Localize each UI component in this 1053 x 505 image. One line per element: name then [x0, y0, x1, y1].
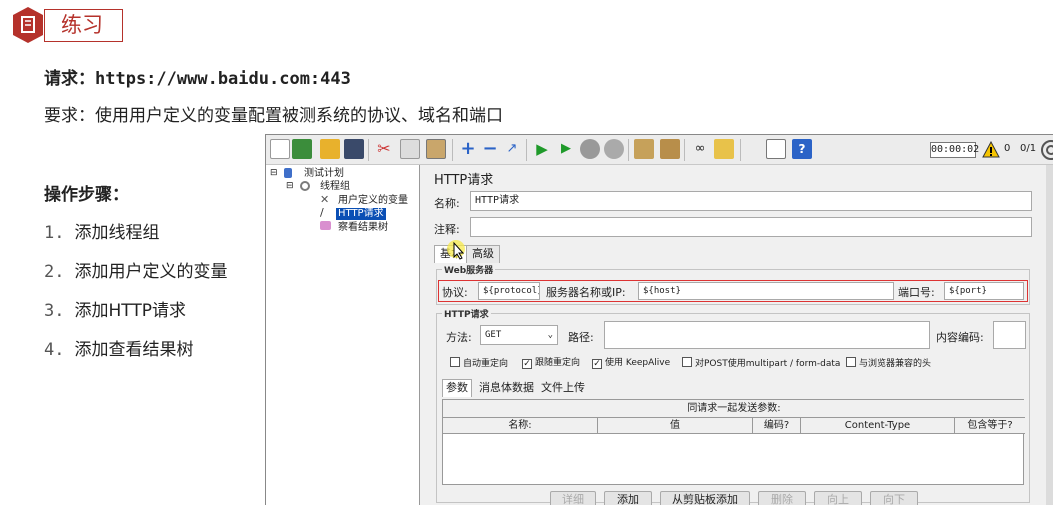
new-icon[interactable] [270, 139, 290, 159]
name-field[interactable]: HTTP请求 [470, 191, 1032, 211]
add-button[interactable]: 添加 [604, 491, 652, 505]
web-server-title: Web服务器 [442, 263, 496, 276]
warning-icon[interactable] [982, 141, 1000, 159]
col-value[interactable]: 值 [598, 418, 753, 433]
request-label: 请求： [44, 69, 95, 89]
tree-item-user-vars[interactable]: 用户定义的变量 [338, 195, 408, 207]
path-label: 路径: [568, 331, 594, 344]
col-content-type[interactable]: Content-Type [801, 418, 955, 433]
auto-redirect-checkbox[interactable]: 自动重定向 [450, 357, 508, 370]
http-group-title: HTTP请求 [442, 307, 491, 320]
encoding-label: 内容编码: [936, 331, 984, 344]
panel-title: HTTP请求 [434, 173, 494, 188]
search-icon[interactable]: ∞ [690, 139, 710, 159]
col-encode[interactable]: 编码? [753, 418, 801, 433]
test-plan-icon [284, 168, 292, 178]
port-field[interactable]: ${port} [944, 282, 1024, 300]
listener-icon [320, 221, 331, 230]
help-icon[interactable]: ? [792, 139, 812, 159]
parameters-table: 同请求一起发送参数: 名称: 值 编码? Content-Type 包含等于? [442, 399, 1025, 485]
multipart-checkbox[interactable]: 对POST使用multipart / form-data [682, 357, 840, 370]
path-field[interactable] [604, 321, 930, 349]
comment-field[interactable] [470, 217, 1032, 237]
table-caption: 同请求一起发送参数: [443, 400, 1025, 417]
collapse-icon[interactable]: − [480, 139, 500, 159]
browser-headers-checkbox[interactable]: 与浏览器兼容的头 [846, 357, 931, 370]
open-icon[interactable] [320, 139, 340, 159]
tree-item-result-tree[interactable]: 察看结果树 [338, 222, 388, 234]
gear-icon[interactable] [1040, 139, 1053, 161]
collapse-toggle-icon[interactable]: ⊟ [270, 168, 282, 180]
protocol-field[interactable]: ${protocol} [478, 282, 540, 300]
step-item: 4. 添加查看结果树 [44, 340, 194, 360]
requirement-text: 要求：使用用户定义的变量配置被测系统的协议、域名和端口 [44, 106, 503, 126]
add-from-clipboard-button[interactable]: 从剪贴板添加 [660, 491, 750, 505]
col-name[interactable]: 名称: [443, 418, 598, 433]
encoding-field[interactable] [993, 321, 1026, 349]
vertical-scrollbar[interactable] [1046, 165, 1053, 505]
tab-files-upload[interactable]: 文件上传 [538, 380, 588, 398]
step-item: 2. 添加用户定义的变量 [44, 262, 228, 282]
server-field[interactable]: ${host} [638, 282, 894, 300]
step-item: 3. 添加HTTP请求 [44, 301, 186, 321]
steps-title: 操作步骤： [44, 185, 129, 205]
table-header: 名称: 值 编码? Content-Type 包含等于? [443, 417, 1025, 434]
method-label: 方法: [446, 331, 472, 344]
toggle-icon[interactable]: ↗ [502, 139, 522, 159]
request-url: https://www.baidu.com:443 [95, 69, 351, 89]
move-up-button[interactable]: 向上 [814, 491, 862, 505]
thread-ratio: 0/1 [1020, 143, 1037, 154]
tree-item-thread-group[interactable]: 线程组 [320, 181, 350, 193]
save-icon[interactable] [344, 139, 364, 159]
protocol-label: 协议: [442, 286, 468, 299]
start-no-pause-icon[interactable]: ▶ [556, 139, 576, 159]
http-request-panel: HTTP请求 名称: HTTP请求 注释: 基本 高级 Web服务器 协议: $… [426, 165, 1053, 505]
templates-icon[interactable] [292, 139, 312, 159]
slide-title: 练习 [44, 9, 123, 42]
delete-button[interactable]: 删除 [758, 491, 806, 505]
copy-icon[interactable] [400, 139, 420, 159]
warning-count: 0 [1004, 143, 1011, 154]
toolbar: ✂ + − ↗ ▶ ▶ ∞ ? 00:00:02 0 0/1 [266, 135, 1053, 165]
method-select[interactable]: GET ⌄ [480, 325, 558, 345]
keepalive-checkbox[interactable]: ✓ 使用 KeepAlive [592, 357, 670, 369]
comment-label: 注释: [434, 223, 460, 236]
name-label: 名称: [434, 197, 460, 210]
function-helper-icon[interactable] [766, 139, 786, 159]
test-plan-tree: ⊟ 测试计划 ⊟ 线程组 ✕ 用户定义的变量 / HTTP请求 察看结果树 [266, 165, 420, 505]
tab-body-data[interactable]: 消息体数据 [476, 380, 537, 398]
thread-group-icon [300, 181, 310, 191]
chevron-down-icon: ⌄ [547, 330, 553, 340]
step-item: 1. 添加线程组 [44, 223, 160, 243]
http-sampler-icon: / [320, 206, 324, 219]
tab-parameters[interactable]: 参数 [442, 379, 472, 397]
clear-all-icon[interactable] [660, 139, 680, 159]
col-include-equals[interactable]: 包含等于? [955, 418, 1025, 433]
notebook-badge-icon [13, 7, 43, 43]
jmeter-window: ✂ + − ↗ ▶ ▶ ∞ ? 00:00:02 0 0/1 ⊟ 测试计划 ⊟ … [265, 134, 1053, 505]
request-line: 请求：https://www.baidu.com:443 [44, 64, 351, 89]
collapse-toggle-icon[interactable]: ⊟ [286, 181, 298, 193]
cut-icon[interactable]: ✂ [374, 139, 394, 159]
paste-icon[interactable] [426, 139, 446, 159]
stop-icon[interactable] [580, 139, 600, 159]
shutdown-icon[interactable] [604, 139, 624, 159]
follow-redirect-checkbox[interactable]: ✓ 跟随重定向 [522, 357, 580, 369]
start-icon[interactable]: ▶ [532, 139, 552, 159]
tab-advanced[interactable]: 高级 [466, 245, 500, 263]
move-down-button[interactable]: 向下 [870, 491, 918, 505]
clear-icon[interactable] [634, 139, 654, 159]
reset-search-icon[interactable] [714, 139, 734, 159]
tree-item-test-plan[interactable]: 测试计划 [304, 168, 344, 180]
elapsed-timer: 00:00:02 [930, 142, 979, 158]
mouse-cursor-icon [447, 240, 465, 260]
server-label: 服务器名称或IP: [546, 286, 626, 299]
user-vars-icon: ✕ [320, 193, 330, 206]
tree-item-http-request[interactable]: HTTP请求 [336, 208, 386, 220]
detail-button[interactable]: 详细 [550, 491, 596, 505]
expand-icon[interactable]: + [458, 139, 478, 159]
port-label: 端口号: [898, 286, 935, 299]
